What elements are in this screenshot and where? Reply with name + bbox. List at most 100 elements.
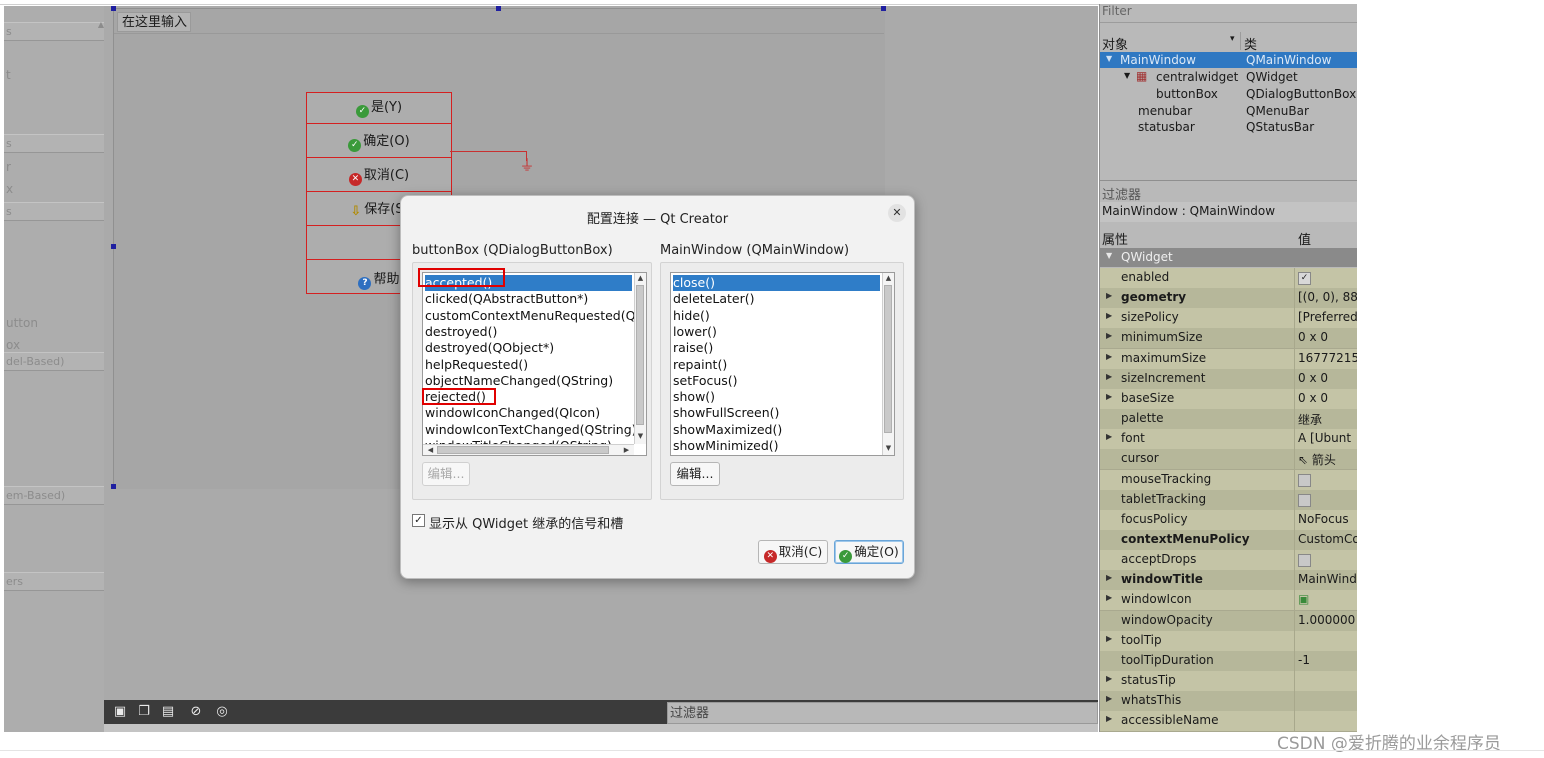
property-value[interactable]: MainWind bbox=[1298, 572, 1357, 586]
slot-vscrollbar[interactable]: ▲ ▼ bbox=[882, 273, 894, 455]
scroll-thumb[interactable] bbox=[437, 446, 609, 454]
widget-box-item[interactable]: utton bbox=[6, 316, 38, 330]
property-value[interactable]: ⇖ 箭头 bbox=[1298, 451, 1336, 468]
collapse-icon[interactable]: ▼ bbox=[1106, 251, 1112, 260]
cancel-button[interactable]: ✕ 取消(C) bbox=[307, 161, 451, 192]
resize-handle[interactable] bbox=[111, 484, 116, 489]
property-filter-input[interactable]: 过滤器 bbox=[1102, 184, 1141, 203]
signal-item[interactable]: objectNameChanged(QString) bbox=[425, 373, 632, 389]
object-name[interactable]: statusbar bbox=[1138, 120, 1195, 134]
settings-icon[interactable]: ◎ bbox=[214, 704, 230, 720]
object-name[interactable]: centralwidget bbox=[1156, 70, 1238, 84]
resize-handle[interactable] bbox=[111, 6, 116, 11]
signal-item[interactable]: customContextMenuRequested(QPoint) bbox=[425, 308, 646, 324]
signal-item[interactable]: windowIconTextChanged(QString) bbox=[425, 422, 637, 438]
widget-box-category[interactable]: s bbox=[4, 134, 104, 153]
expand-icon[interactable]: ▶ bbox=[1106, 634, 1112, 643]
resize-handle[interactable] bbox=[881, 6, 886, 11]
delete-icon[interactable]: ⊘ bbox=[188, 704, 204, 720]
property-row[interactable]: contextMenuPolicy CustomCo bbox=[1100, 529, 1357, 551]
copy-icon[interactable]: ❐ bbox=[136, 704, 152, 720]
collapse-icon[interactable]: ▼ bbox=[1106, 54, 1112, 63]
property-row[interactable]: mouseTracking bbox=[1100, 469, 1357, 491]
property-checkbox[interactable] bbox=[1298, 554, 1311, 568]
class-column-header[interactable]: 类 bbox=[1244, 34, 1257, 53]
expand-icon[interactable]: ▶ bbox=[1106, 311, 1112, 320]
property-row[interactable]: ▶ font A [Ubunt bbox=[1100, 429, 1357, 451]
widget-box-category[interactable]: s bbox=[4, 202, 104, 221]
scroll-up-icon[interactable]: ▲ bbox=[635, 273, 646, 283]
slot-item[interactable]: showMinimized() bbox=[673, 438, 880, 454]
edit-slots-button[interactable]: 编辑... bbox=[670, 462, 720, 486]
property-value[interactable]: 0 x 0 bbox=[1298, 391, 1328, 405]
scroll-thumb[interactable] bbox=[636, 285, 644, 425]
menu-type-here[interactable]: 在这里输入 bbox=[117, 12, 191, 32]
property-value[interactable]: -1 bbox=[1298, 653, 1310, 667]
property-row[interactable]: ▶ windowTitle MainWind bbox=[1100, 570, 1357, 592]
expand-icon[interactable]: ▶ bbox=[1106, 291, 1112, 300]
slot-item[interactable]: lower() bbox=[673, 324, 880, 340]
signal-item[interactable]: destroyed() bbox=[425, 324, 632, 340]
scroll-right-icon[interactable]: ▶ bbox=[621, 445, 632, 455]
property-row[interactable]: acceptDrops bbox=[1100, 550, 1357, 572]
property-row[interactable]: ▶ minimumSize 0 x 0 bbox=[1100, 328, 1357, 350]
signal-item[interactable]: clicked(QAbstractButton*) bbox=[425, 291, 632, 307]
widget-box-category[interactable]: s bbox=[4, 22, 104, 41]
slot-item[interactable]: raise() bbox=[673, 340, 880, 356]
property-row[interactable]: ▶ sizePolicy [Preferred bbox=[1100, 308, 1357, 330]
property-row[interactable]: ▶ geometry [(0, 0), 880 bbox=[1100, 288, 1357, 310]
property-value[interactable]: 16777215 bbox=[1298, 351, 1357, 365]
slot-item[interactable]: close() bbox=[673, 275, 880, 291]
yes-button[interactable]: ✓ 是(Y) bbox=[307, 93, 451, 124]
scroll-up-icon[interactable]: ▲ bbox=[883, 273, 894, 283]
property-row[interactable]: tabletTracking bbox=[1100, 489, 1357, 511]
widget-box-category[interactable]: del-Based) bbox=[4, 352, 104, 371]
property-value[interactable]: [Preferred bbox=[1298, 310, 1357, 324]
signal-hscrollbar[interactable]: ◀ ▶ bbox=[423, 444, 634, 455]
slot-item[interactable]: show() bbox=[673, 389, 880, 405]
object-filter-input[interactable]: Filter bbox=[1102, 4, 1132, 18]
property-value[interactable]: A [Ubunt bbox=[1298, 431, 1351, 445]
close-icon[interactable]: ✕ bbox=[888, 204, 906, 222]
signal-item[interactable]: windowIconChanged(QIcon) bbox=[425, 405, 632, 421]
object-name[interactable]: MainWindow bbox=[1120, 53, 1196, 67]
signal-list[interactable]: accepted() clicked(QAbstractButton*) custo… bbox=[422, 272, 647, 456]
property-column-header[interactable]: 属性 bbox=[1102, 229, 1128, 248]
property-row[interactable]: ▶ statusTip bbox=[1100, 671, 1357, 692]
property-row[interactable]: ▶ maximumSize 16777215 bbox=[1100, 348, 1357, 370]
property-value[interactable]: 1.000000 bbox=[1298, 613, 1355, 627]
property-value[interactable]: 0 x 0 bbox=[1298, 371, 1328, 385]
scroll-thumb[interactable] bbox=[884, 285, 892, 433]
property-value[interactable]: [(0, 0), 880 bbox=[1298, 290, 1357, 304]
expand-icon[interactable]: ▶ bbox=[1106, 573, 1112, 582]
new-action-icon[interactable]: ▣ bbox=[112, 704, 128, 720]
expand-icon[interactable]: ▶ bbox=[1106, 694, 1112, 703]
property-row[interactable]: ▶ sizeIncrement 0 x 0 bbox=[1100, 368, 1357, 390]
slot-item[interactable]: repaint() bbox=[673, 357, 880, 373]
property-checkbox[interactable]: ✓ bbox=[1298, 272, 1311, 285]
property-value[interactable]: 继承 bbox=[1298, 411, 1322, 428]
scroll-left-icon[interactable]: ◀ bbox=[425, 445, 436, 455]
widget-box-item[interactable]: t bbox=[6, 68, 11, 82]
edit-signals-button[interactable]: 编辑... bbox=[422, 462, 470, 486]
expand-icon[interactable]: ▶ bbox=[1106, 432, 1112, 441]
resize-handle[interactable] bbox=[111, 244, 116, 249]
signal-vscrollbar[interactable]: ▲ ▼ bbox=[634, 273, 646, 444]
widget-box-item[interactable]: ox bbox=[6, 338, 20, 352]
widget-box-category[interactable]: ers bbox=[4, 572, 104, 591]
resize-handle[interactable] bbox=[496, 6, 501, 11]
object-name[interactable]: menubar bbox=[1138, 104, 1192, 118]
property-checkbox[interactable] bbox=[1298, 493, 1311, 507]
dialog-cancel-button[interactable]: ✕ 取消(C) bbox=[758, 540, 828, 564]
property-row[interactable]: ▶ whatsThis bbox=[1100, 691, 1357, 713]
slot-item[interactable]: showFullScreen() bbox=[673, 405, 880, 421]
expand-icon[interactable]: ▶ bbox=[1106, 352, 1112, 361]
expand-icon[interactable]: ▶ bbox=[1106, 674, 1112, 683]
object-column-header[interactable]: 对象 bbox=[1102, 34, 1128, 53]
property-row[interactable]: ▶ baseSize 0 x 0 bbox=[1100, 388, 1357, 410]
property-row[interactable]: toolTipDuration -1 bbox=[1100, 650, 1357, 672]
widget-box-item[interactable]: x bbox=[6, 182, 13, 196]
slot-item[interactable]: setFocus() bbox=[673, 373, 880, 389]
collapse-icon[interactable]: ▼ bbox=[1124, 71, 1130, 80]
property-row[interactable]: enabled ✓ bbox=[1100, 268, 1357, 289]
